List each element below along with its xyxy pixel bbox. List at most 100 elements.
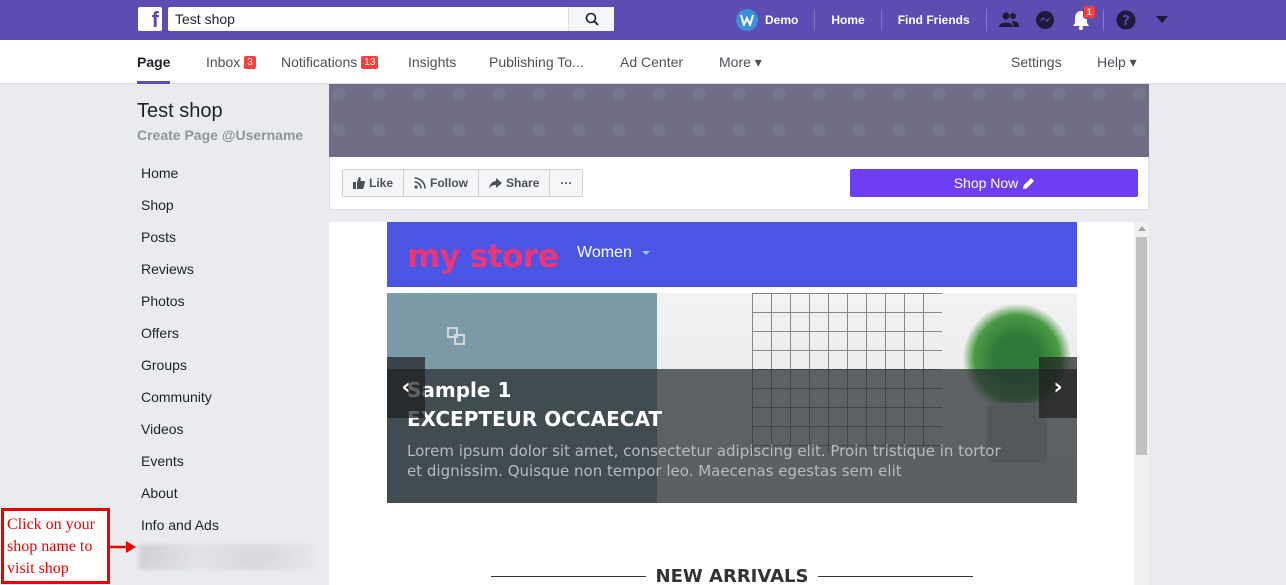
follow-button[interactable]: Follow	[404, 170, 480, 196]
account-menu-button[interactable]	[1144, 0, 1180, 40]
sidebar-item-videos[interactable]: Videos	[137, 413, 317, 445]
slide-caption: Sample 1 EXCEPTEUR OCCAECAT Lorem ipsum …	[387, 369, 1077, 503]
page-title[interactable]: Test shop	[137, 100, 223, 123]
sidebar-item-community[interactable]: Community	[137, 381, 317, 413]
sidebar-item-groups[interactable]: Groups	[137, 349, 317, 381]
sidebar-item-events[interactable]: Events	[137, 445, 317, 477]
share-arrow-icon	[489, 177, 503, 189]
profile-name: Demo	[765, 13, 799, 27]
hero-slider: Sample 1 EXCEPTEUR OCCAECAT Lorem ipsum …	[387, 293, 1077, 503]
sidebar-item-photos[interactable]: Photos	[137, 285, 317, 317]
sidebar-item-reviews[interactable]: Reviews	[137, 253, 317, 285]
squares-icon	[447, 327, 465, 345]
sidebar-menu: Home Shop Posts Reviews Photos Offers Gr…	[137, 157, 317, 541]
sidebar-item-about[interactable]: About	[137, 477, 317, 509]
store-logo[interactable]: my store	[407, 237, 559, 284]
share-label: Share	[506, 176, 540, 190]
like-button[interactable]: Like	[343, 170, 405, 196]
sidebar-item-posts[interactable]: Posts	[137, 221, 317, 253]
store-menu-women[interactable]: Women	[577, 244, 650, 262]
tab-notifications[interactable]: Notifications 13	[281, 40, 379, 84]
scroll-up-arrow-icon[interactable]	[1138, 226, 1146, 231]
rss-icon	[414, 177, 426, 189]
sidebar-item-shop[interactable]: Shop	[137, 189, 317, 221]
divider	[814, 9, 816, 31]
shop-embed-frame[interactable]: my store Women Sample 1 EXCEPTEUR OCCAEC…	[329, 222, 1149, 585]
tab-label: Insights	[408, 54, 457, 70]
divider	[491, 575, 646, 577]
search-input[interactable]	[168, 7, 568, 31]
home-link[interactable]: Home	[819, 0, 876, 40]
thumbs-up-icon	[353, 177, 365, 189]
divider	[880, 9, 882, 31]
tab-publishing-tools[interactable]: Publishing To...	[489, 40, 584, 84]
section-title: NEW ARRIVALS	[655, 565, 809, 585]
find-friends-link[interactable]: Find Friends	[886, 0, 982, 40]
annotation-callout: Click on your shop name to visit shop	[1, 508, 110, 584]
avatar	[736, 9, 758, 31]
slide-subtitle: EXCEPTEUR OCCAECAT	[407, 407, 663, 431]
tab-label: Inbox	[206, 54, 241, 70]
tab-settings[interactable]: Settings	[1011, 40, 1062, 84]
slider-prev-button[interactable]: ‹	[387, 357, 425, 418]
scroll-thumb[interactable]	[1136, 237, 1147, 455]
search-button[interactable]	[568, 7, 614, 31]
tab-insights[interactable]: Insights	[408, 40, 456, 84]
tab-label: More ▾	[719, 53, 762, 70]
friend-requests-button[interactable]	[991, 0, 1027, 40]
tab-label: Notifications	[281, 54, 358, 70]
profile-logo-icon	[740, 14, 754, 26]
store-header: my store Women	[387, 222, 1077, 287]
sidebar-item-home[interactable]: Home	[137, 157, 317, 189]
annotation-arrow-icon	[110, 541, 136, 553]
search-box	[168, 7, 614, 31]
action-button-group: Like Follow Share ···	[342, 169, 584, 197]
divider	[985, 9, 987, 31]
more-options-button[interactable]: ···	[550, 170, 582, 196]
share-button[interactable]: Share	[479, 170, 551, 196]
friends-icon	[998, 12, 1019, 27]
tab-label: Publishing To...	[489, 54, 584, 70]
follow-label: Follow	[430, 176, 469, 190]
sidebar-item-offers[interactable]: Offers	[137, 317, 317, 349]
top-right-nav: Demo Home Find Friends 1 ?	[724, 0, 1180, 40]
search-icon	[585, 12, 599, 26]
shop-now-label: Shop Now	[953, 175, 1019, 191]
messenger-icon	[1035, 11, 1054, 29]
cover-pattern	[329, 84, 1149, 157]
caret-down-icon	[641, 251, 650, 255]
svg-text:?: ?	[1122, 14, 1130, 29]
tab-page[interactable]: Page	[137, 40, 171, 84]
top-bar: f Demo Home Find Friends 1 ?	[0, 0, 1286, 40]
help-button[interactable]: ?	[1108, 0, 1144, 40]
store-menu-label: Women	[577, 244, 632, 261]
shop-now-button[interactable]: Shop Now	[850, 169, 1138, 197]
tab-label: Ad Center	[620, 54, 684, 70]
pencil-icon	[1023, 177, 1035, 189]
facebook-logo-icon[interactable]: f	[138, 7, 162, 32]
tab-help[interactable]: Help ▾	[1097, 40, 1137, 84]
sidebar-item-info-and-ads[interactable]: Info and Ads	[137, 509, 317, 541]
like-label: Like	[369, 176, 394, 190]
create-username-link[interactable]: Create Page @Username	[137, 127, 303, 143]
tab-more[interactable]: More ▾	[719, 40, 762, 84]
divider	[818, 575, 973, 577]
notifications-count-badge: 13	[361, 55, 379, 69]
slider-next-button[interactable]: ›	[1039, 357, 1077, 418]
page-action-bar: Like Follow Share ··· Shop Now	[329, 157, 1149, 210]
messenger-button[interactable]	[1027, 0, 1063, 40]
iframe-scrollbar[interactable]	[1134, 222, 1149, 585]
slide-text: Lorem ipsum dolor sit amet, consectetur …	[407, 442, 1001, 480]
chevron-down-icon	[1155, 16, 1168, 23]
store-logo-wordmark: my store	[407, 237, 559, 275]
profile-link[interactable]: Demo	[724, 0, 810, 40]
divider	[1102, 9, 1104, 31]
blurred-shop-link[interactable]	[139, 544, 315, 570]
svg-text:my store: my store	[407, 239, 557, 275]
cover-photo[interactable]	[329, 84, 1149, 157]
help-icon: ?	[1116, 10, 1136, 30]
tab-inbox[interactable]: Inbox 3	[206, 40, 256, 84]
notifications-button[interactable]: 1	[1063, 0, 1099, 40]
tab-label: Page	[137, 54, 171, 70]
tab-ad-center[interactable]: Ad Center	[620, 40, 683, 84]
